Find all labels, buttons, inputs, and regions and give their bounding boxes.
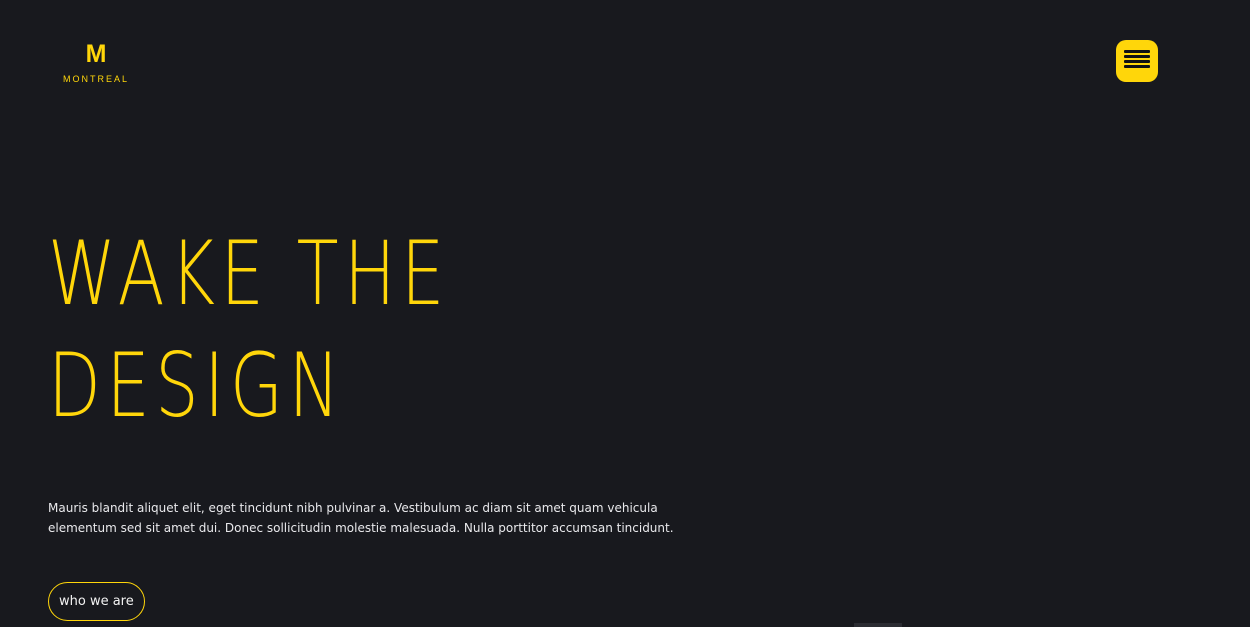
hero-description: Mauris blandit aliquet elit, eget tincid… (48, 501, 674, 535)
scroll-indicator (854, 623, 902, 627)
menu-button[interactable] (1116, 40, 1158, 82)
hero-title: WAKE THE DESIGN (48, 218, 450, 442)
hero-title-line-2: DESIGN (48, 334, 346, 437)
logo-mark: M (85, 40, 107, 68)
hamburger-menu-icon (1124, 50, 1150, 72)
logo-name: MONTREAL (62, 74, 129, 84)
hero-title-line-1: WAKE THE (48, 222, 450, 325)
who-we-are-button[interactable]: who we are (48, 582, 145, 621)
site-logo[interactable]: M MONTREAL (58, 40, 134, 84)
